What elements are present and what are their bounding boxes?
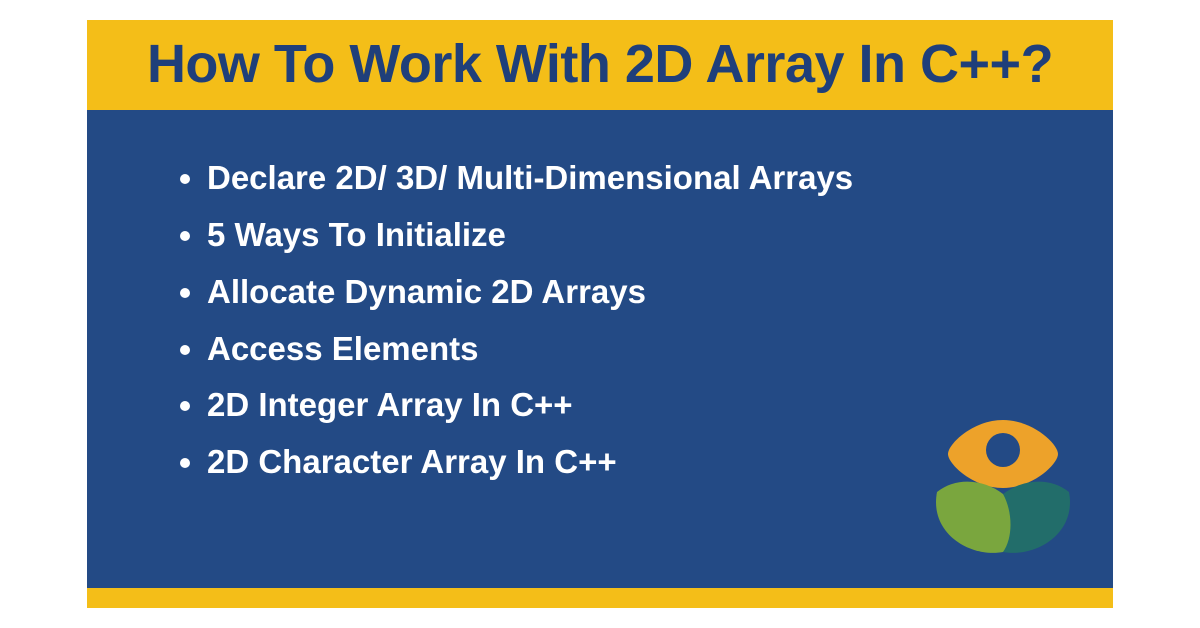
slide-title: How To Work With 2D Array In C++? [127, 34, 1073, 94]
title-band: How To Work With 2D Array In C++? [87, 20, 1113, 110]
body-band: Declare 2D/ 3D/ Multi-Dimensional Arrays… [87, 110, 1113, 588]
topic-list: Declare 2D/ 3D/ Multi-Dimensional Arrays… [172, 150, 1053, 491]
list-item: Declare 2D/ 3D/ Multi-Dimensional Arrays [207, 150, 1053, 207]
slide-card: How To Work With 2D Array In C++? Declar… [87, 20, 1113, 608]
unstop-logo-icon [923, 402, 1083, 562]
list-item: 5 Ways To Initialize [207, 207, 1053, 264]
list-item: Access Elements [207, 321, 1053, 378]
list-item: Allocate Dynamic 2D Arrays [207, 264, 1053, 321]
